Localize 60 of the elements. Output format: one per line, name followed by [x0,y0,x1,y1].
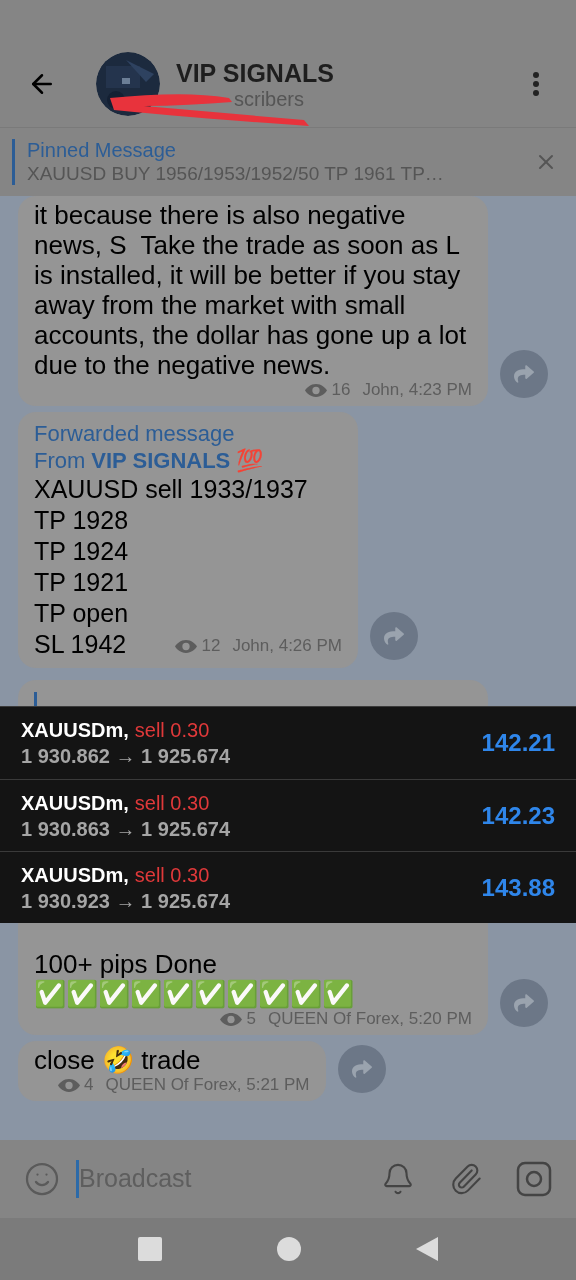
forward-from-label: From [34,447,86,474]
view-count: 4 [84,1075,94,1095]
camera-icon [516,1161,552,1197]
trade-profit: 142.23 [481,800,555,831]
view-count: 5 [246,1009,256,1029]
share-button[interactable] [337,1045,386,1093]
trade-row[interactable]: XAUUSDm, sell 0.30 1 930.863 → 1 925.674 142.23 [0,779,576,851]
message-line: TP 1924 [34,536,129,567]
smiley-icon [24,1161,60,1197]
message-text: close 🤣 trade [34,1045,202,1075]
view-count: 12 [201,636,221,656]
pinned-label: Pinned Message [27,138,177,162]
message-author-time: John, 4:26 PM [232,636,342,656]
message-line: TP 1921 [34,567,129,598]
bell-icon [381,1162,415,1196]
emoji-button[interactable] [24,1161,60,1197]
back-triangle-icon [416,1237,439,1261]
trade-side: sell 0.30 [134,862,210,888]
share-button[interactable] [370,612,418,660]
message-author-time: John, 4:23 PM [362,380,472,400]
camera-button[interactable] [516,1161,552,1197]
trade-prices: 1 930.923 → 1 925.674 [21,888,231,914]
trade-prices: 1 930.862 → 1 925.674 [21,744,231,769]
view-count: 16 [331,380,351,400]
forward-label: Forwarded message [34,420,236,447]
forward-arrow-icon [384,626,404,646]
menu-icon [533,71,539,96]
trade-profit: 142.21 [481,728,555,758]
forward-arrow-icon [351,1059,372,1079]
forward-arrow-icon [514,364,534,384]
trade-side: sell 0.30 [134,718,210,743]
message-line: TP open [34,598,129,629]
message-line: XAUUSD sell 1933/1937 [34,474,308,505]
trade-row[interactable]: XAUUSDm, sell 0.30 1 930.862 → 1 925.674 142.21 [0,707,576,779]
back-nav-button[interactable] [416,1237,439,1261]
recents-button[interactable] [137,1237,162,1261]
message-author-time: QUEEN Of Forex, 5:21 PM [105,1075,310,1095]
paperclip-icon [449,1162,483,1196]
trade-side: sell 0.30 [134,790,210,816]
forward-source-name: VIP SIGNALS 💯 [91,447,264,474]
home-button[interactable] [277,1237,301,1261]
trade-symbol: XAUUSDm, [21,790,129,816]
share-button[interactable] [500,979,548,1027]
trade-symbol: XAUUSDm, [21,718,129,743]
message-text: it because there is also negative news, S Take the trade as soon as L is installed, it will be better if you stay away from the market with small accounts, the dollar has gone up a lot due to the negative news. [34,200,468,380]
views-icon [305,383,328,397]
trade-profit: 143.88 [481,872,555,903]
share-button[interactable] [500,350,548,398]
message-text: 100+ pips Done ✅✅✅✅✅✅✅✅✅✅ [34,949,355,1009]
trade-prices: 1 930.863 → 1 925.674 [21,816,231,842]
views-icon [220,1012,243,1026]
trade-symbol: XAUUSDm, [21,862,129,888]
views-icon [58,1078,80,1092]
views-icon [175,639,198,653]
channel-title: VIP SIGNALS [176,57,334,88]
forward-arrow-icon [514,993,534,1013]
message-line: TP 1928 [34,505,129,536]
message-author-time: QUEEN Of Forex, 5:20 PM [267,1009,472,1029]
message-line: SL 1942 [34,629,127,660]
quote-bar [34,692,37,706]
